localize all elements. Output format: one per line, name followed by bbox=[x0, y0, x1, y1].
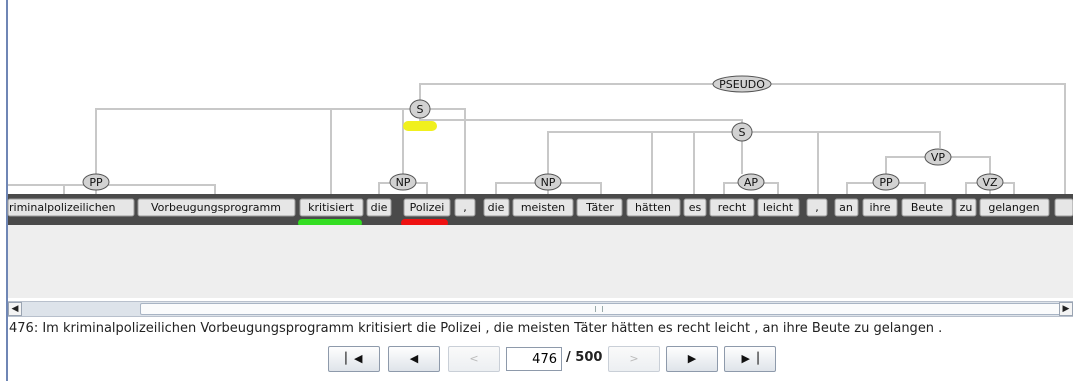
token-text: leicht bbox=[763, 201, 794, 214]
node-np2[interactable]: NP bbox=[534, 173, 562, 191]
token[interactable]: an bbox=[834, 198, 859, 217]
node-label: PP bbox=[879, 176, 893, 189]
token-text: die bbox=[371, 201, 388, 214]
token[interactable]: Beute bbox=[901, 198, 953, 217]
node-label: S bbox=[739, 126, 746, 139]
node-label: PP bbox=[89, 176, 103, 189]
node-s-sub[interactable]: S bbox=[731, 122, 753, 142]
token-text: kritisiert bbox=[308, 201, 354, 214]
token[interactable]: ihre bbox=[862, 198, 898, 217]
token[interactable]: Täter bbox=[576, 198, 623, 217]
node-label: S bbox=[417, 103, 424, 116]
node-pseudo[interactable]: PSEUDO bbox=[712, 75, 772, 93]
node-pp2[interactable]: PP bbox=[872, 173, 900, 191]
token[interactable]: kritisiert bbox=[299, 198, 364, 217]
token-text: , bbox=[815, 201, 819, 214]
first-page-button[interactable]: ▏◀ bbox=[328, 346, 380, 372]
chevron-right-icon: > bbox=[629, 352, 639, 365]
token-text: die bbox=[488, 201, 505, 214]
token-text: Vorbeugungsprogramm bbox=[151, 201, 281, 214]
node-label: NP bbox=[396, 176, 411, 189]
node-label: AP bbox=[744, 176, 759, 189]
token-text: Polizei bbox=[410, 201, 445, 214]
token[interactable]: , bbox=[806, 198, 828, 217]
token-text: recht bbox=[718, 201, 747, 214]
previous-small-button[interactable]: < bbox=[448, 346, 500, 372]
tokens: riminalpolizeilichen Vorbeugungsprogramm… bbox=[7, 198, 1073, 217]
left-arrow-icon[interactable]: ◀ bbox=[8, 302, 22, 316]
token[interactable]: Polizei bbox=[403, 198, 451, 217]
node-label: PSEUDO bbox=[719, 78, 765, 91]
node-vz[interactable]: VZ bbox=[976, 173, 1004, 191]
right-arrow-icon[interactable]: ▶ bbox=[1059, 302, 1073, 316]
token-text: hätten bbox=[635, 201, 671, 214]
sentence-text: 476: Im kriminalpolizeilichen Vorbeugung… bbox=[9, 321, 943, 336]
token[interactable]: Vorbeugungsprogramm bbox=[137, 198, 296, 217]
node-s-main[interactable]: S bbox=[409, 99, 431, 119]
token-text: zu bbox=[960, 201, 973, 214]
token-text: gelangen bbox=[988, 201, 1039, 214]
navigation-bar: ▏◀ ◀ < / 500 > ▶ ▶▕ bbox=[0, 346, 1073, 374]
token-text: es bbox=[689, 201, 702, 214]
node-np1[interactable]: NP bbox=[389, 173, 417, 191]
token-text: riminalpolizeilichen bbox=[9, 201, 115, 214]
token[interactable]: meisten bbox=[512, 198, 574, 217]
yellow-highlight bbox=[403, 121, 437, 131]
token-text: ihre bbox=[869, 201, 890, 214]
token[interactable]: recht bbox=[709, 198, 755, 217]
previous-page-icon: ◀ bbox=[409, 352, 419, 365]
token[interactable]: zu bbox=[955, 198, 977, 217]
token-text: an bbox=[839, 201, 853, 214]
horizontal-scrollbar[interactable]: ◀ ▶ bbox=[8, 301, 1073, 317]
grip-icon bbox=[595, 306, 603, 312]
token[interactable]: riminalpolizeilichen bbox=[7, 198, 135, 217]
previous-page-button[interactable]: ◀ bbox=[388, 346, 440, 372]
next-page-icon: ▶ bbox=[687, 352, 697, 365]
token-text: , bbox=[463, 201, 467, 214]
token[interactable]: gelangen bbox=[979, 198, 1050, 217]
last-page-button[interactable]: ▶▕ bbox=[724, 346, 776, 372]
node-ap[interactable]: AP bbox=[737, 173, 765, 191]
token-text: Täter bbox=[585, 201, 614, 214]
token[interactable]: die bbox=[366, 198, 392, 217]
next-small-button[interactable]: > bbox=[608, 346, 660, 372]
page-number-input[interactable] bbox=[506, 347, 562, 371]
page-total: / 500 bbox=[566, 350, 603, 365]
token[interactable]: die bbox=[483, 198, 510, 217]
token-text: meisten bbox=[521, 201, 565, 214]
last-page-icon: ▶▕ bbox=[741, 352, 759, 365]
node-label: VZ bbox=[982, 176, 998, 189]
node-label: VP bbox=[931, 151, 946, 164]
tree-panel-empty-area bbox=[8, 225, 1073, 298]
node-label: NP bbox=[541, 176, 556, 189]
next-page-button[interactable]: ▶ bbox=[666, 346, 718, 372]
token[interactable]: es bbox=[683, 198, 707, 217]
token[interactable]: , bbox=[454, 198, 476, 217]
token[interactable]: hätten bbox=[626, 198, 681, 217]
token[interactable] bbox=[1054, 198, 1073, 217]
token[interactable]: leicht bbox=[757, 198, 800, 217]
first-page-icon: ▏◀ bbox=[345, 352, 363, 365]
scrollbar-thumb[interactable] bbox=[140, 303, 1066, 315]
token-text: Beute bbox=[911, 201, 944, 214]
chevron-left-icon: < bbox=[469, 352, 479, 365]
node-vp[interactable]: VP bbox=[924, 148, 952, 166]
node-pp1[interactable]: PP bbox=[82, 173, 110, 191]
